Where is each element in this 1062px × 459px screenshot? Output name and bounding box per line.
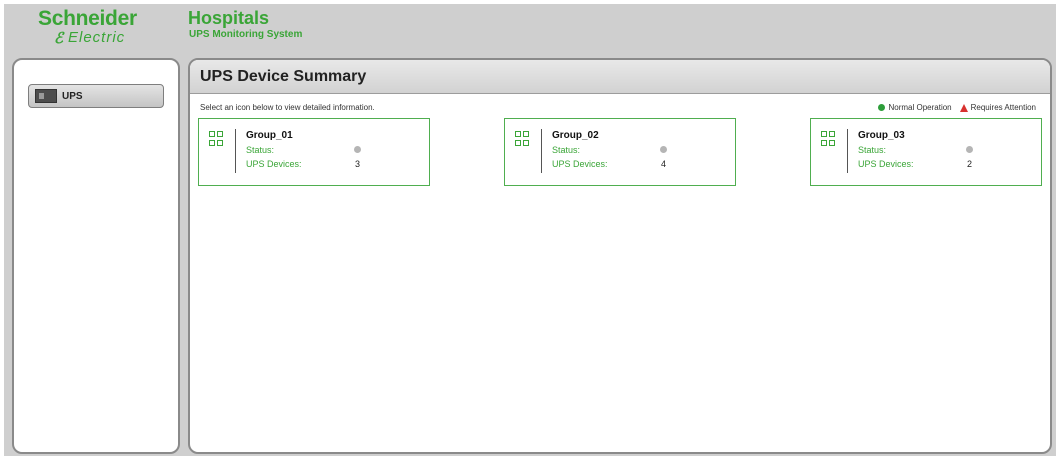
- status-label: Status:: [246, 145, 275, 155]
- group-grid-icon[interactable]: [515, 131, 530, 146]
- group-name: Group_01: [246, 130, 293, 141]
- schneider-electric-logo: Schneider ℰ Electric: [38, 7, 158, 47]
- divider: [235, 129, 236, 173]
- logo-wordmark: Schneider: [38, 7, 137, 30]
- status-indicator-icon: [660, 146, 667, 153]
- status-indicator-icon: [354, 146, 361, 153]
- group-card-01[interactable]: Group_01 Status: UPS Devices: 3: [198, 118, 430, 186]
- logo-mark-icon: ℰ: [54, 30, 65, 47]
- instructions-text: Select an icon below to view detailed in…: [200, 103, 375, 112]
- logo-subword-text: Electric: [68, 29, 126, 46]
- ups-devices-label: UPS Devices:: [246, 159, 302, 169]
- group-name: Group_02: [552, 130, 599, 141]
- requires-attention-triangle-icon: [959, 103, 968, 112]
- group-card-02[interactable]: Group_02 Status: UPS Devices: 4: [504, 118, 736, 186]
- sidebar-item-label: UPS: [62, 90, 83, 102]
- sidebar-item-ups[interactable]: UPS: [28, 84, 164, 108]
- summary-panel: UPS Device Summary Select an icon below …: [188, 58, 1052, 454]
- status-label: Status:: [552, 145, 581, 155]
- legend-normal-label: Normal Operation: [888, 103, 952, 112]
- group-name: Group_03: [858, 130, 905, 141]
- ups-device-icon: [35, 89, 57, 103]
- group-card-03[interactable]: Group_03 Status: UPS Devices: 2: [810, 118, 1042, 186]
- legend-attention-label: Requires Attention: [970, 103, 1036, 112]
- ups-devices-count: 2: [967, 159, 973, 169]
- app-title: Hospitals: [188, 8, 270, 28]
- divider: [847, 129, 848, 173]
- ups-devices-label: UPS Devices:: [858, 159, 914, 169]
- logo-subword: ℰ Electric: [38, 29, 158, 47]
- normal-operation-dot-icon: [878, 104, 886, 111]
- page-title: UPS Device Summary: [200, 67, 367, 85]
- ups-devices-label: UPS Devices:: [552, 159, 608, 169]
- group-grid-icon[interactable]: [821, 131, 836, 146]
- app-subtitle: UPS Monitoring System: [189, 29, 303, 40]
- status-label: Status:: [858, 145, 887, 155]
- group-grid-icon[interactable]: [209, 131, 224, 146]
- summary-header: UPS Device Summary: [190, 60, 1050, 94]
- ups-devices-count: 3: [355, 159, 361, 169]
- divider: [541, 129, 542, 173]
- ups-devices-count: 4: [661, 159, 667, 169]
- navigation-panel: UPS: [12, 58, 180, 454]
- status-indicator-icon: [966, 146, 973, 153]
- status-legend: Normal Operation Requires Attention: [878, 103, 1036, 112]
